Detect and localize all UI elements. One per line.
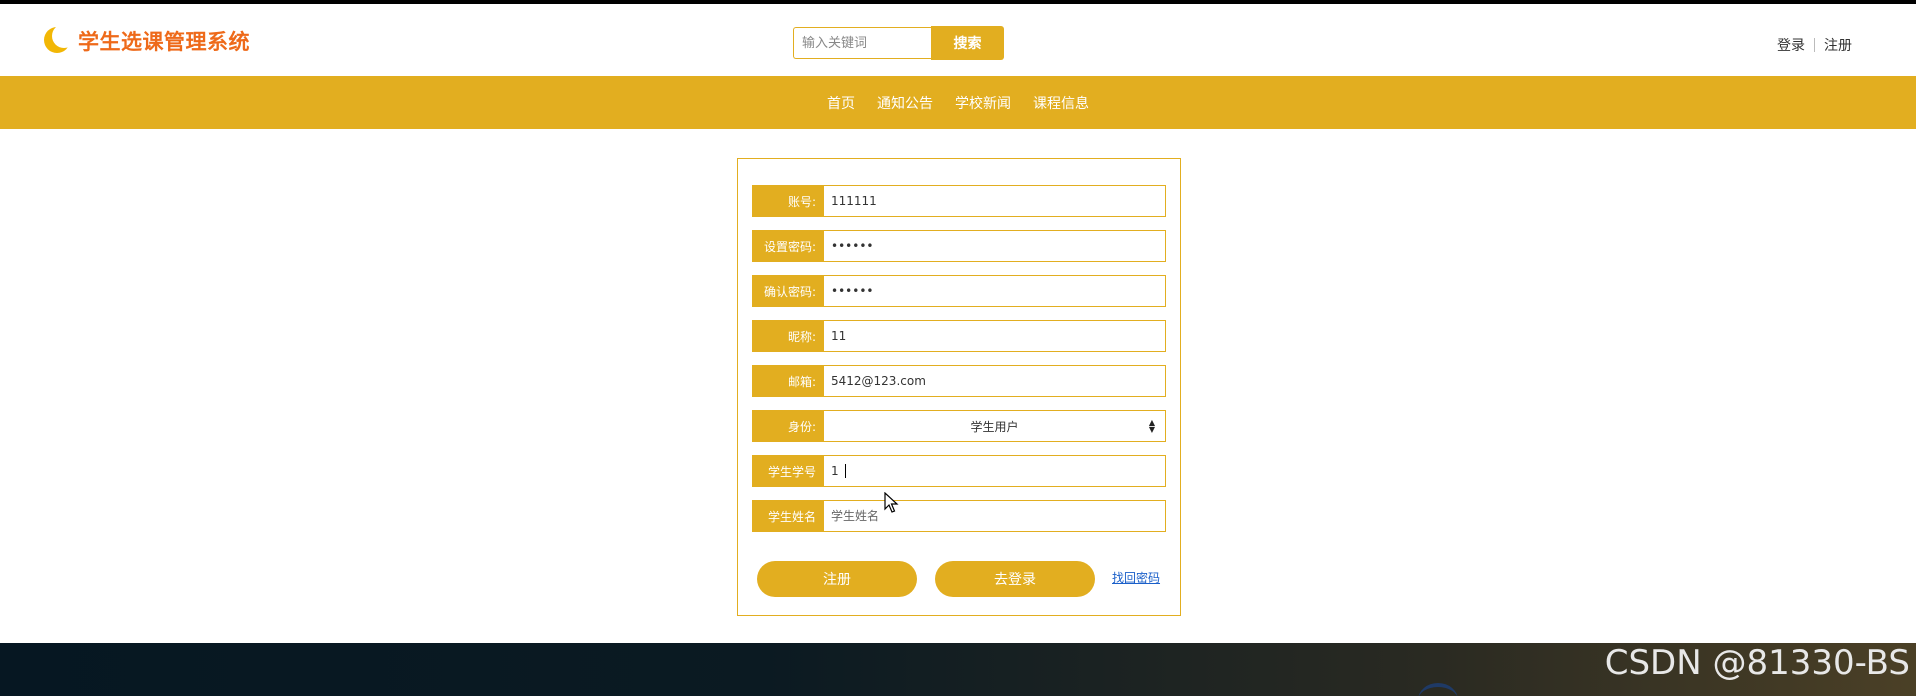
recover-password-link[interactable]: 找回密码 xyxy=(1112,569,1160,586)
student-name-label: 学生姓名 xyxy=(753,501,824,531)
updown-arrows-icon: ▲ ▼ xyxy=(1148,418,1155,434)
footer-decoration xyxy=(1418,683,1458,696)
student-id-label: 学生学号 xyxy=(753,456,824,486)
auth-links: 登录 注册 xyxy=(1777,35,1852,55)
search-bar: 搜索 xyxy=(793,26,1004,60)
student-name-row: 学生姓名 xyxy=(752,500,1166,532)
main-nav: 首页 通知公告 学校新闻 课程信息 xyxy=(0,76,1916,129)
nickname-row: 昵称: xyxy=(752,320,1166,352)
identity-label: 身份: xyxy=(753,411,824,441)
text-caret xyxy=(845,464,846,478)
identity-select[interactable]: 学生用户 ▲ ▼ xyxy=(824,411,1165,441)
password-row: 设置密码: xyxy=(752,230,1166,262)
logo-text: 学生选课管理系统 xyxy=(78,30,250,54)
register-form: 账号: 设置密码: 确认密码: 昵称: 邮箱: 身份: 学生用户 ▲▼ 学生学号… xyxy=(737,158,1181,616)
email-row: 邮箱: xyxy=(752,365,1166,397)
identity-row: 身份: 学生用户 ▲ ▼ xyxy=(752,410,1166,442)
student-id-field[interactable] xyxy=(824,456,1165,486)
identity-value: 学生用户 xyxy=(970,419,1019,434)
password-field[interactable] xyxy=(824,231,1165,261)
watermark: CSDN @81330-BS xyxy=(1604,643,1910,683)
nickname-field[interactable] xyxy=(824,321,1165,351)
email-field[interactable] xyxy=(824,366,1165,396)
login-link[interactable]: 登录 xyxy=(1777,35,1805,55)
confirm-password-row: 确认密码: xyxy=(752,275,1166,307)
nav-item-school-news[interactable]: 学校新闻 xyxy=(955,93,1011,113)
logo[interactable]: 学生选课管理系统 xyxy=(44,26,250,56)
register-link[interactable]: 注册 xyxy=(1824,35,1852,55)
nickname-label: 昵称: xyxy=(753,321,824,351)
account-label: 账号: xyxy=(753,186,824,216)
password-label: 设置密码: xyxy=(753,231,824,261)
search-button[interactable]: 搜索 xyxy=(931,26,1004,60)
email-label: 邮箱: xyxy=(753,366,824,396)
nav-item-home[interactable]: 首页 xyxy=(827,93,855,113)
student-id-row: 学生学号 xyxy=(752,455,1166,487)
student-name-field[interactable] xyxy=(824,501,1165,531)
go-login-button[interactable]: 去登录 xyxy=(935,561,1095,597)
nav-item-course-info[interactable]: 课程信息 xyxy=(1033,93,1089,113)
header: 学生选课管理系统 搜索 登录 注册 xyxy=(0,4,1916,76)
register-button[interactable]: 注册 xyxy=(757,561,917,597)
confirm-password-field[interactable] xyxy=(824,276,1165,306)
confirm-password-label: 确认密码: xyxy=(753,276,824,306)
nav-item-notices[interactable]: 通知公告 xyxy=(877,93,933,113)
account-field[interactable] xyxy=(824,186,1165,216)
account-row: 账号: xyxy=(752,185,1166,217)
search-input[interactable] xyxy=(793,27,931,59)
moon-icon xyxy=(44,26,70,56)
divider xyxy=(1814,38,1815,52)
